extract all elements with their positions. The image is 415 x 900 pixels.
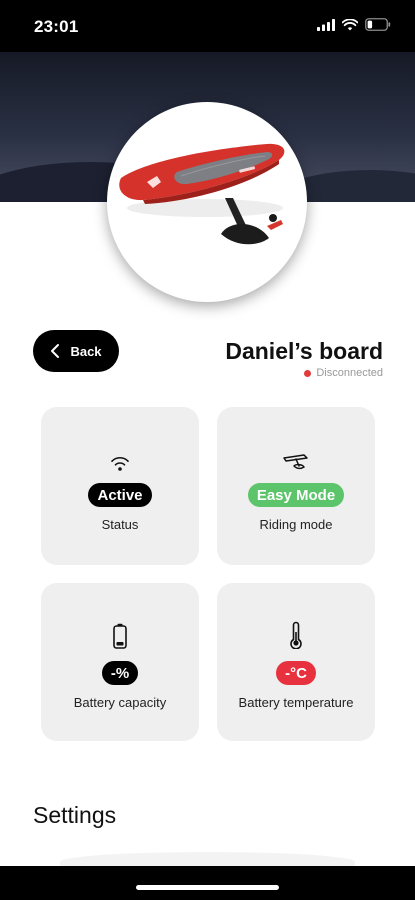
foil-icon <box>283 454 308 470</box>
cellular-signal-icon <box>317 18 335 31</box>
board-image <box>107 102 307 302</box>
connection-status-text: Disconnected <box>316 367 383 379</box>
battery-capacity-label: Battery capacity <box>73 695 167 710</box>
status-icons <box>317 18 391 31</box>
battery-temperature-label: Battery temperature <box>238 695 354 710</box>
status-time: 23:01 <box>34 17 79 36</box>
status-bar: 23:01 <box>0 0 415 52</box>
status-label: Status <box>101 517 139 532</box>
battery-capacity-card[interactable]: -% Battery capacity <box>41 583 199 741</box>
home-bar-area <box>0 866 415 900</box>
battery-icon <box>113 623 127 649</box>
chevron-left-icon <box>51 344 60 358</box>
back-button-label: Back <box>70 343 102 359</box>
board-name: Daniel’s board <box>225 338 383 364</box>
battery-status-icon <box>365 18 391 31</box>
riding-mode-label: Riding mode <box>259 517 333 532</box>
riding-mode-badge: Easy Mode <box>247 483 345 507</box>
settings-heading: Settings <box>33 802 117 828</box>
efoil-board-image <box>119 143 285 245</box>
riding-mode-card[interactable]: Easy Mode Riding mode <box>217 407 375 565</box>
wifi-status-icon <box>342 18 358 30</box>
connection-status: Disconnected <box>304 367 383 379</box>
status-badge: Active <box>88 483 152 507</box>
status-card[interactable]: Active Status <box>41 407 199 565</box>
home-indicator[interactable] <box>136 885 279 890</box>
back-button[interactable]: Back <box>33 330 119 372</box>
battery-temperature-badge: -°C <box>276 661 316 685</box>
battery-temperature-card[interactable]: -°C Battery temperature <box>217 583 375 741</box>
battery-capacity-badge: -% <box>101 661 139 685</box>
wifi-icon <box>111 457 129 471</box>
status-dot-icon <box>304 369 312 377</box>
thermometer-icon <box>290 621 302 649</box>
